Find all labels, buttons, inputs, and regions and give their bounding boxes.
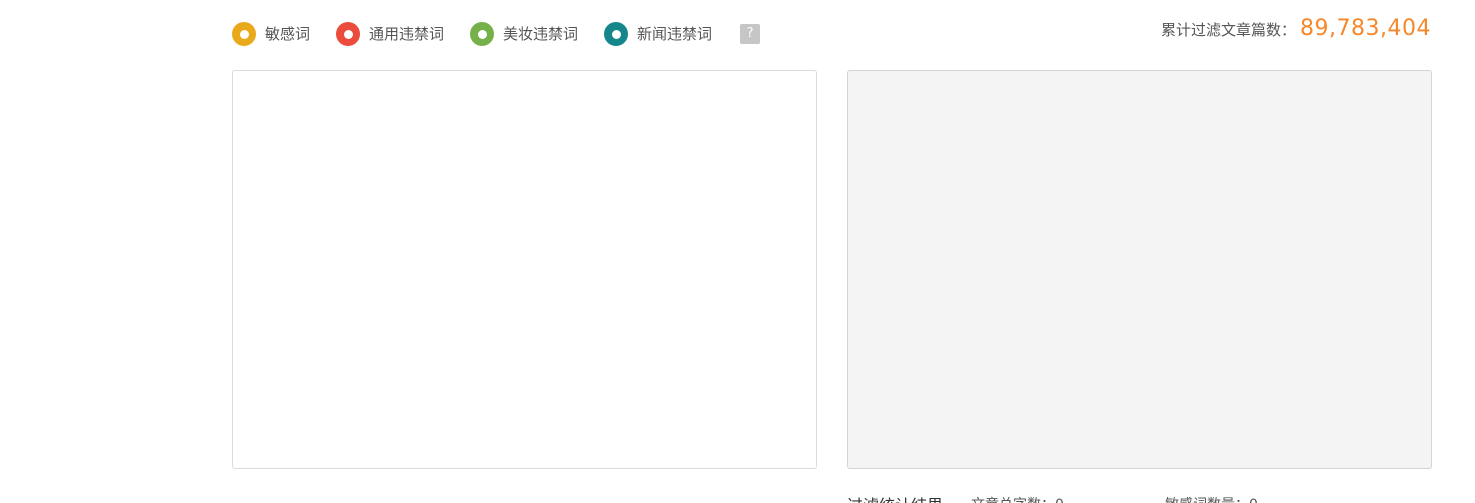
legend-label: 美妆违禁词 [503, 25, 579, 43]
filtered-article-counter: 累计过滤文章篇数： 89,783,404 [1161, 16, 1431, 41]
text-input-panel [232, 70, 817, 469]
counter-label: 累计过滤文章篇数： [1161, 21, 1297, 39]
legend-label: 敏感词 [265, 25, 311, 43]
radio-selected-icon [232, 22, 256, 46]
sensitive-count-stat: 敏感词数量：0 [1165, 494, 1258, 503]
category-legend: 敏感词 通用违禁词 美妆违禁词 新闻违禁词 ? [232, 22, 761, 46]
filter-stats: 过滤统计结果 文章总字数：0 敏感词数量：0 [847, 492, 1258, 503]
stats-title: 过滤统计结果 [847, 492, 943, 503]
radio-selected-icon [470, 22, 495, 46]
legend-label: 新闻违禁词 [637, 25, 713, 43]
radio-selected-icon [336, 22, 361, 46]
legend-item-news-banned[interactable]: 新闻违禁词 [604, 22, 712, 46]
counter-value: 89,783,404 [1300, 16, 1431, 41]
legend-item-beauty-banned[interactable]: 美妆违禁词 [470, 22, 578, 46]
legend-item-sensitive[interactable]: 敏感词 [232, 22, 310, 46]
filter-result-panel [847, 70, 1432, 469]
total-chars-stat: 文章总字数：0 [971, 494, 1165, 503]
radio-selected-icon [604, 22, 629, 46]
help-icon[interactable]: ? [740, 24, 761, 44]
filter-page: 敏感词 通用违禁词 美妆违禁词 新闻违禁词 ? 累计过滤文章篇数： 89,783… [0, 0, 1475, 503]
legend-label: 通用违禁词 [369, 25, 445, 43]
article-text-input[interactable] [233, 71, 816, 468]
legend-item-general-banned[interactable]: 通用违禁词 [336, 22, 444, 46]
